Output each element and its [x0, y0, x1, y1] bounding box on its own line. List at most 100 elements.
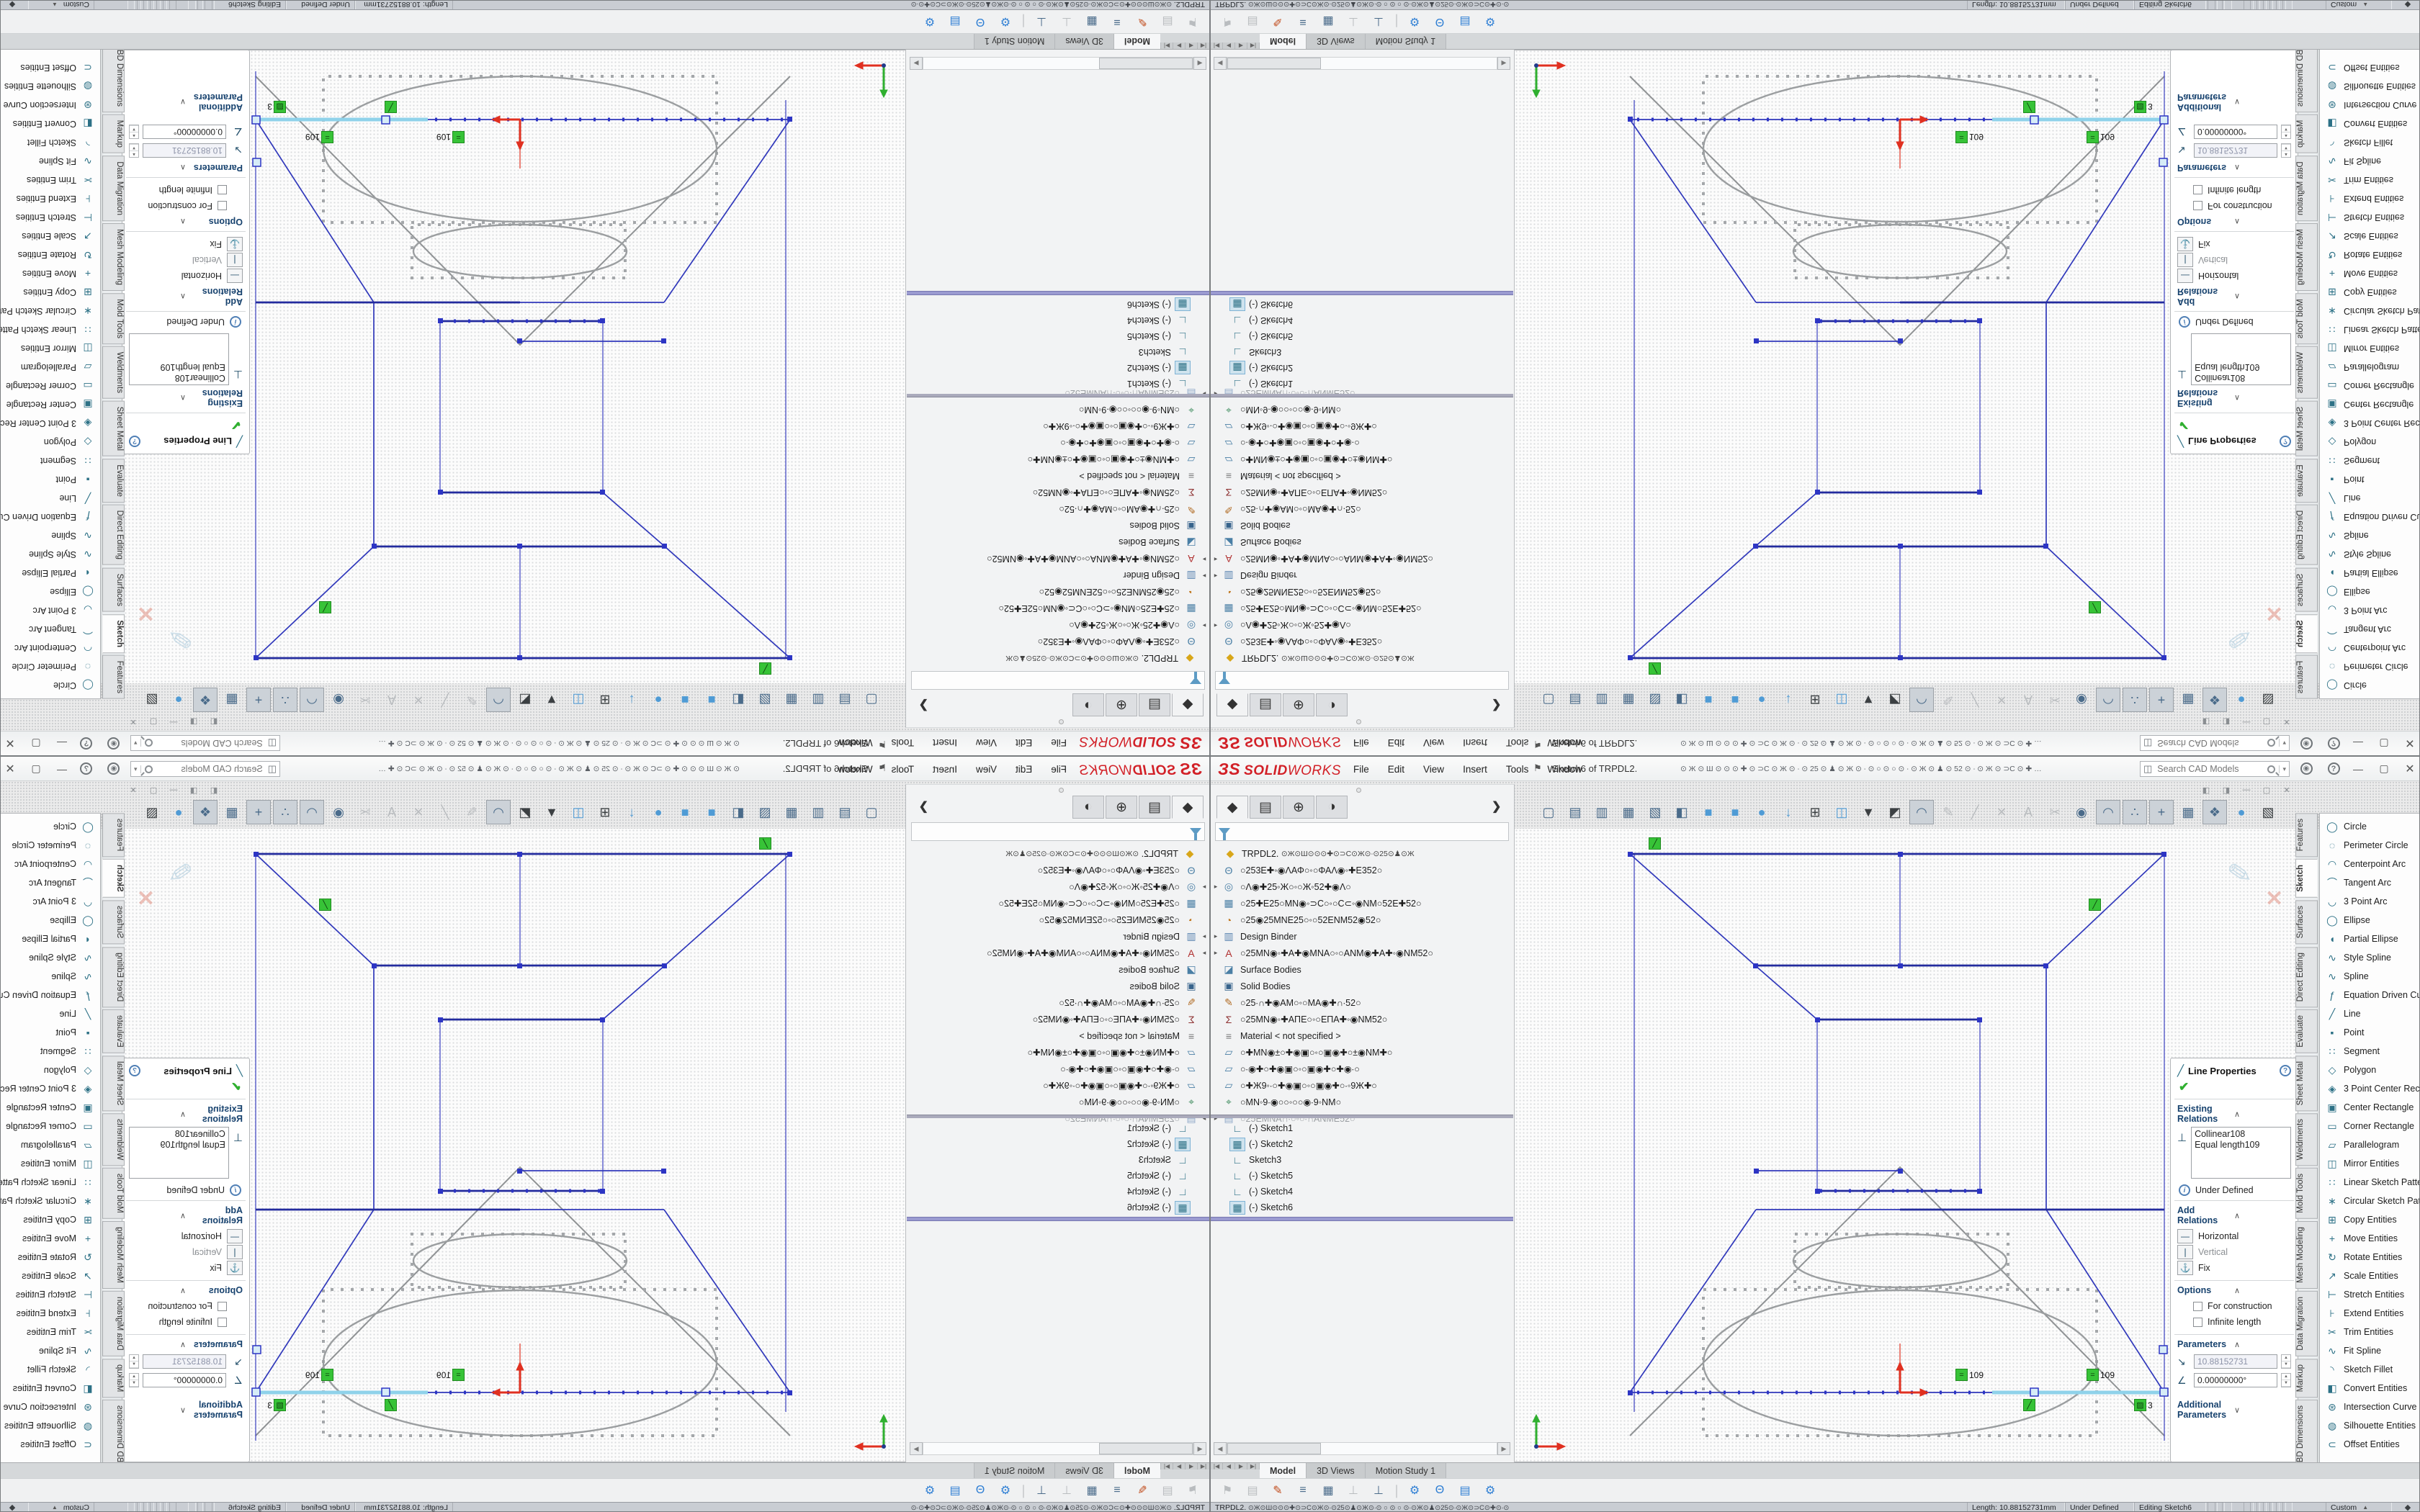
- menu-item-corner-rectangle[interactable]: ▭Corner Rectangle: [2320, 1117, 2420, 1135]
- menu-item-stretch-entities[interactable]: ⊢Stretch Entities: [0, 1285, 100, 1304]
- menu-item-style-spline[interactable]: ∿Style Spline: [0, 948, 100, 967]
- menu-item-3-point-center-rectangle[interactable]: ◈3 Point Center Recta...: [2320, 1079, 2420, 1098]
- commandmanager-tab-11[interactable]: Markup: [102, 114, 125, 153]
- menu-item-silhouette-entities[interactable]: ◍Silhouette Entities: [0, 77, 100, 96]
- relation-badge-collinear[interactable]: ╱: [2023, 1399, 2035, 1411]
- menu-item-partial-ellipse[interactable]: ◖Partial Ellipse: [0, 564, 100, 582]
- expand-arrow-icon[interactable]: ▸: [1211, 572, 1221, 580]
- menu-item-linear-sketch-pattern[interactable]: ∷Linear Sketch Pattern: [2320, 1173, 2420, 1192]
- menu-item-move-entities[interactable]: +Move Entities: [2320, 264, 2420, 283]
- panel-collapse-handle[interactable]: [1356, 788, 1361, 793]
- erase-icon[interactable]: ✕: [1989, 688, 2014, 712]
- tab-nav-button-3[interactable]: ▶: [1235, 1463, 1247, 1478]
- doc-restore-button[interactable]: ▢: [2259, 716, 2274, 728]
- menu-item-move-entities[interactable]: +Move Entities: [2320, 1229, 2420, 1248]
- tab-motion-study-1[interactable]: Motion Study 1: [974, 1463, 1054, 1478]
- tab-nav-button-2[interactable]: ◀: [1185, 34, 1197, 49]
- relation-badge-coincident[interactable]: ╱: [2089, 601, 2101, 613]
- tree-row-front-plane[interactable]: ▱○✚ΜΝ◉±○✚◉▣○◦○▣◉✚○±◉ΝΜ✚○: [907, 1044, 1209, 1061]
- wireframe-view-icon[interactable]: ▢: [1536, 800, 1561, 824]
- length-parameter-field[interactable]: ↘10.88152731▲▼: [129, 1352, 243, 1371]
- menu-item-trim-entities[interactable]: ✂Trim Entities: [2320, 1323, 2420, 1341]
- account-button[interactable]: ◉: [2295, 757, 2317, 780]
- menu-item-3-point-center-rectangle[interactable]: ◈3 Point Center Recta...: [2320, 414, 2420, 433]
- tab-nav-button-4[interactable]: ▶|: [1247, 1463, 1260, 1478]
- minimize-button[interactable]: —: [51, 757, 73, 780]
- tree-row-sketch6[interactable]: ▦(-) Sketch6: [1211, 1200, 1513, 1215]
- hidden-lines-visible-icon[interactable]: ▤: [1563, 800, 1587, 824]
- existing-relations-header[interactable]: Existing Relations∧: [2177, 1104, 2291, 1124]
- collapse-caret-icon[interactable]: ∧: [2234, 394, 2291, 403]
- tree-row-solid-bodies[interactable]: ▣Solid Bodies: [907, 518, 1209, 534]
- cam-gear-check-icon[interactable]: ⚙: [1405, 12, 1424, 31]
- table-grid-icon[interactable]: ▦: [1319, 1481, 1337, 1500]
- menu-item-sketch-fillet[interactable]: ◝Sketch Fillet: [2320, 1360, 2420, 1379]
- restore-button[interactable]: ▢: [2373, 732, 2395, 755]
- eye-3d-icon[interactable]: ◉: [326, 800, 351, 824]
- tree-row-sensors[interactable]: ▸◎○Λ◉✚25◦Ж○◦○Ж◦52✚◉Λ○: [907, 617, 1209, 634]
- doc-dock-right-button[interactable]: ◨: [187, 716, 201, 728]
- scroll-thumb[interactable]: [1227, 58, 1321, 69]
- note-text-icon[interactable]: A: [2016, 800, 2040, 824]
- tab-motion-study-1[interactable]: Motion Study 1: [1366, 1463, 1446, 1478]
- scroll-track[interactable]: [1227, 57, 1497, 70]
- close-button[interactable]: ✕: [0, 732, 21, 755]
- list-menu-icon[interactable]: ≡: [1294, 1481, 1312, 1500]
- menu-item-convert-entities[interactable]: ◧Convert Entities: [2320, 1379, 2420, 1398]
- search-icon[interactable]: [2267, 739, 2275, 747]
- help-button[interactable]: ?: [2323, 757, 2344, 780]
- expand-arrow-icon[interactable]: ▸: [1199, 572, 1209, 580]
- menu-item-circle[interactable]: ◯Circle: [0, 676, 100, 695]
- quick-access-toolbar[interactable]: ⊙ Ж ⊙ Ш ⊙ ⊙ ⊙ ✚ ⊙ ⊃C ⊙ Ж ⊙ ∙ ⊙ 25 ⊙ ♟ ⊙ …: [286, 757, 740, 781]
- ok-check-button[interactable]: ✔: [129, 418, 241, 432]
- units-dropdown[interactable]: Custom▲: [2326, 0, 2392, 9]
- menu-item-tangent-arc[interactable]: ⌒Tangent Arc: [0, 620, 100, 639]
- menu-item-polygon[interactable]: ◇Polygon: [0, 1061, 100, 1079]
- section-view-icon[interactable]: ◫: [566, 688, 591, 712]
- menu-item-parallelogram[interactable]: ▱Parallelogram: [0, 1135, 100, 1154]
- tree-row-top-plane[interactable]: ▱○∙◉✚○✚◉▣○◦○▣◉✚○✚◉∙○: [907, 1061, 1209, 1077]
- note-text-icon[interactable]: A: [2016, 688, 2040, 712]
- commandmanager-tab-4[interactable]: Direct Editing: [102, 947, 125, 1007]
- commandmanager-tab-3[interactable]: Surfaces: [2295, 568, 2318, 612]
- list-menu-icon[interactable]: ≡: [1108, 1481, 1126, 1500]
- tab-dimxpertmanager[interactable]: ⊕: [1106, 796, 1137, 819]
- tree-row-sketch5[interactable]: ∟(-) Sketch5: [1211, 1168, 1513, 1184]
- tree-split-bar[interactable]: [1211, 1115, 1513, 1118]
- hide-curves-eye-icon[interactable]: ◠: [300, 800, 324, 824]
- erase-icon[interactable]: ✕: [406, 688, 431, 712]
- menu-item-circular-sketch-pattern[interactable]: ∗Circular Sketch Pattern: [2320, 302, 2420, 320]
- option-checkbox-2[interactable]: Infinite length: [129, 1314, 243, 1330]
- collapse-caret-icon[interactable]: ∧: [2234, 1340, 2291, 1349]
- menu-item-tangent-arc[interactable]: ⌒Tangent Arc: [2320, 873, 2420, 892]
- tree-row-markups[interactable]: ✎○25∙∩✚◉ΑΜ○◦○ΜΑ◉✚∩∙52○: [1211, 994, 1513, 1011]
- tab-nav-button-2[interactable]: ◀: [1223, 1463, 1235, 1478]
- menu-item-style-spline[interactable]: ∿Style Spline: [2320, 545, 2420, 564]
- doc-close-button[interactable]: ✕: [2280, 784, 2294, 796]
- menu-item-circular-sketch-pattern[interactable]: ∗Circular Sketch Pattern: [0, 1192, 100, 1210]
- search-dropdown-icon[interactable]: ▾: [2279, 739, 2286, 747]
- restore-button[interactable]: ▢: [2373, 757, 2395, 780]
- relation-horizontal-button[interactable]: —Horizontal: [129, 268, 243, 284]
- menu-item-segment[interactable]: ∷Segment: [0, 451, 100, 470]
- collapse-caret-icon[interactable]: ∧: [129, 292, 186, 302]
- menu-item-fit-spline[interactable]: ∿Fit Spline: [0, 1341, 100, 1360]
- panel-tabs-more-icon[interactable]: ❯: [1492, 799, 1501, 814]
- hide-axes-eye-icon[interactable]: +: [2149, 688, 2174, 712]
- render-sphere-icon[interactable]: ●: [2229, 688, 2254, 712]
- restore-button[interactable]: ▢: [25, 757, 47, 780]
- parameters-header[interactable]: Parameters∧: [129, 1339, 243, 1349]
- commandmanager-tab-3[interactable]: Surfaces: [102, 568, 125, 612]
- menu-item-mirror-entities[interactable]: ◫Mirror Entities: [0, 339, 100, 358]
- tree-row-right-plane[interactable]: ▱○✚Ж9◦∙○✚◉▣○◦○▣◉✚○∙◦9Ж✚○: [907, 1077, 1209, 1094]
- value[interactable]: 0.00000000°: [143, 125, 226, 139]
- collapse-caret-icon[interactable]: ∧: [2234, 163, 2291, 173]
- table-grid-icon[interactable]: ▦: [1083, 12, 1101, 31]
- menu-2[interactable]: Edit: [1014, 762, 1034, 776]
- spinner[interactable]: ▲▼: [2281, 1354, 2291, 1369]
- tree-row-sketch3[interactable]: ∟Sketch3: [907, 1152, 1209, 1168]
- line-tool-icon[interactable]: ╱: [1963, 800, 1987, 824]
- doc-dock-left-button[interactable]: ◧: [2199, 716, 2213, 728]
- shaded-with-edges-icon[interactable]: ▦: [1616, 800, 1641, 824]
- hidden-lines-visible-icon[interactable]: ▤: [833, 800, 857, 824]
